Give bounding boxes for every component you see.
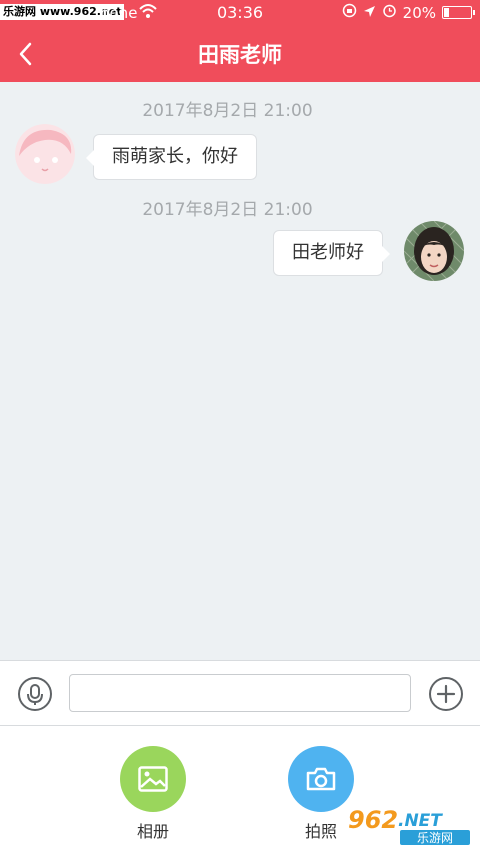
message-timestamp: 2017年8月2日 21:00 [142, 101, 313, 121]
alarm-icon [382, 3, 397, 22]
message-bubble-right[interactable]: 田老师好 [273, 230, 390, 276]
battery-level [444, 8, 449, 17]
battery-percent: 20% [402, 3, 436, 22]
more-options-button[interactable] [429, 677, 463, 711]
teacher-avatar[interactable] [15, 124, 75, 184]
parent-avatar[interactable] [404, 221, 464, 281]
battery-icon [442, 6, 475, 19]
nav-bar: 田雨老师 [0, 26, 480, 82]
message-bubble-left[interactable]: 雨萌家长，你好 [86, 134, 257, 180]
message-timestamp: 2017年8月2日 21:00 [142, 200, 313, 220]
microphone-icon [27, 684, 43, 705]
message-input-bar [0, 660, 480, 726]
plus-icon [436, 684, 456, 704]
album-button[interactable]: 相册 [118, 746, 188, 842]
message-input[interactable] [69, 674, 411, 712]
site-logo-watermark: 962 .NET 乐游网 [342, 800, 474, 848]
voice-button[interactable] [18, 677, 52, 711]
page-title: 田雨老师 [198, 43, 282, 67]
status-bar: 乐游网 www.962.net hone 03:36 20% [0, 0, 480, 26]
album-label: 相册 [136, 822, 169, 841]
svg-text:乐游网: 乐游网 [417, 831, 453, 845]
svg-text:.NET: .NET [398, 811, 443, 831]
photo-album-icon [120, 746, 186, 812]
rotation-lock-icon [342, 3, 357, 22]
svg-text:962: 962 [348, 806, 398, 834]
location-icon [363, 4, 376, 22]
chat-area[interactable]: 2017年8月2日 21:00 雨萌家长，你好 2017年8月2日 21:00 … [0, 82, 480, 660]
